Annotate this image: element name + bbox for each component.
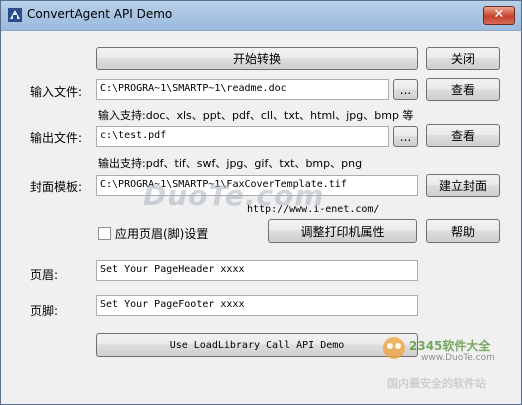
output-file-label: 输出文件: <box>30 131 83 145</box>
create-cover-label: 建立封面 <box>438 179 487 193</box>
dialog-body: 开始转换 关闭 输入文件: C:\PROGRA~1\SMARTP~1\readm… <box>1 31 521 404</box>
footer-label: 页脚: <box>30 304 59 318</box>
browse-input-label: ... <box>399 82 412 97</box>
app-window: ConvertAgent API Demo ✕ 开始转换 关闭 输入文件: C:… <box>0 0 522 405</box>
help-button[interactable]: 帮助 <box>426 219 500 243</box>
app-icon <box>8 8 22 22</box>
start-convert-label: 开始转换 <box>232 52 281 66</box>
cover-template-label: 封面模板: <box>30 180 83 194</box>
header-label: 页眉: <box>30 268 59 282</box>
input-support-hint: 输入支持:doc、xls、ppt、pdf、cll、txt、html、jpg、bm… <box>98 109 414 122</box>
input-file-label: 输入文件: <box>30 85 83 99</box>
output-support-hint: 输出支持:pdf、tif、swf、jpg、gif、txt、bmp、png <box>98 157 363 170</box>
close-icon: ✕ <box>493 7 505 22</box>
footer-field[interactable]: Set Your PageFooter xxxx <box>96 295 418 316</box>
close-label: 关闭 <box>450 52 475 66</box>
browse-output-button[interactable]: ... <box>393 126 418 147</box>
printer-properties-label: 调整打印机属性 <box>300 224 385 239</box>
help-label: 帮助 <box>450 224 475 239</box>
input-file-field[interactable]: C:\PROGRA~1\SMARTP~1\readme.doc <box>96 79 389 100</box>
window-close-button[interactable]: ✕ <box>483 6 515 25</box>
corner-brand-text: 2345软件大全 <box>409 339 491 353</box>
corner-url-text: www.DuoTe.com <box>421 353 495 363</box>
use-header-footer-label[interactable]: 应用页眉(脚)设置 <box>115 225 208 242</box>
close-button[interactable]: 关闭 <box>426 47 500 70</box>
window-title: ConvertAgent API Demo <box>27 7 173 21</box>
start-convert-button[interactable]: 开始转换 <box>96 47 418 70</box>
loadlibrary-demo-button[interactable]: Use LoadLibrary Call API Demo <box>96 333 418 357</box>
duote-watermark: DuoTe.com <box>143 179 325 212</box>
create-cover-button[interactable]: 建立封面 <box>426 174 500 197</box>
title-bar[interactable]: ConvertAgent API Demo ✕ <box>1 1 521 31</box>
printer-properties-button[interactable]: 调整打印机属性 <box>268 219 417 243</box>
view-input-button[interactable]: 查看 <box>426 78 500 101</box>
output-file-field[interactable]: c:\test.pdf <box>96 126 389 147</box>
corner-logo-icon <box>383 337 405 359</box>
view-input-label: 查看 <box>450 83 475 97</box>
corner-slogan-text: 国内最安全的软件站 <box>387 377 486 390</box>
view-output-button[interactable]: 查看 <box>426 124 500 147</box>
browse-output-label: ... <box>399 129 412 144</box>
view-output-label: 查看 <box>450 129 475 143</box>
use-header-footer-checkbox[interactable] <box>98 227 111 240</box>
loadlibrary-demo-label: Use LoadLibrary Call API Demo <box>169 339 345 351</box>
corner-watermark: 2345软件大全 www.DuoTe.com 国内最安全的软件站 <box>381 331 519 401</box>
header-field[interactable]: Set Your PageHeader xxxx <box>96 260 418 281</box>
browse-input-button[interactable]: ... <box>393 79 418 100</box>
